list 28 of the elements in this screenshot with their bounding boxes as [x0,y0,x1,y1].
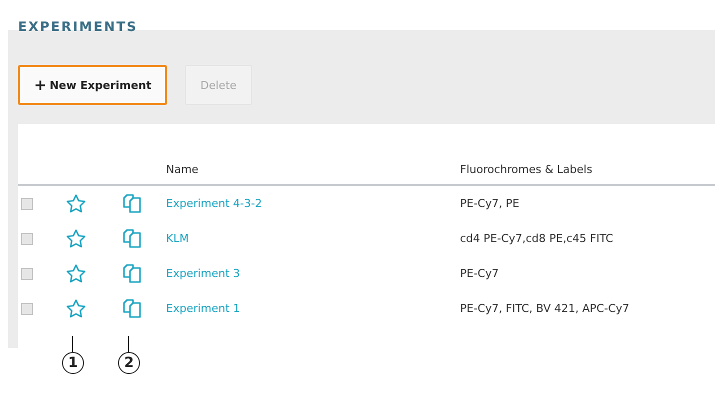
column-header: Name [166,163,200,176]
leader-line [72,336,73,352]
new-experiment-button[interactable]: + New Experiment [18,65,168,105]
leader-line [128,336,129,352]
copy-icon[interactable] [122,228,142,248]
row-checkbox[interactable] [21,302,33,314]
row-checkbox[interactable] [21,268,33,280]
callout-number: 2 [118,352,140,374]
copy-icon[interactable] [122,194,142,214]
star-icon[interactable] [66,299,86,318]
star-icon[interactable] [66,229,86,248]
copy-icon[interactable] [122,298,142,318]
callout-number: 1 [62,352,84,374]
table-cell-text: PE-Cy7, FITC, BV 421, APC-Cy7 [460,302,630,315]
experiment-link[interactable]: Experiment 4-3-2 [166,197,460,210]
table-cell-text: cd4 PE-Cy7,cd8 PE,c45 FITC [460,232,614,245]
page-title: EXPERIMENTS [17,19,139,30]
column-header: Fluorochromes & Labels [460,163,594,176]
experiment-link[interactable]: Experiment 1 [166,302,460,315]
row-checkbox[interactable] [21,232,33,244]
star-icon[interactable] [66,194,86,213]
table-cell-text: PE-Cy7 [460,267,500,280]
row-checkbox[interactable] [21,198,33,210]
copy-icon[interactable] [122,264,142,284]
star-icon[interactable] [66,264,86,283]
table-cell-text: PE-Cy7, PE [460,197,520,210]
experiment-link[interactable]: Experiment 3 [166,267,460,280]
experiment-link[interactable]: KLM [166,232,460,245]
